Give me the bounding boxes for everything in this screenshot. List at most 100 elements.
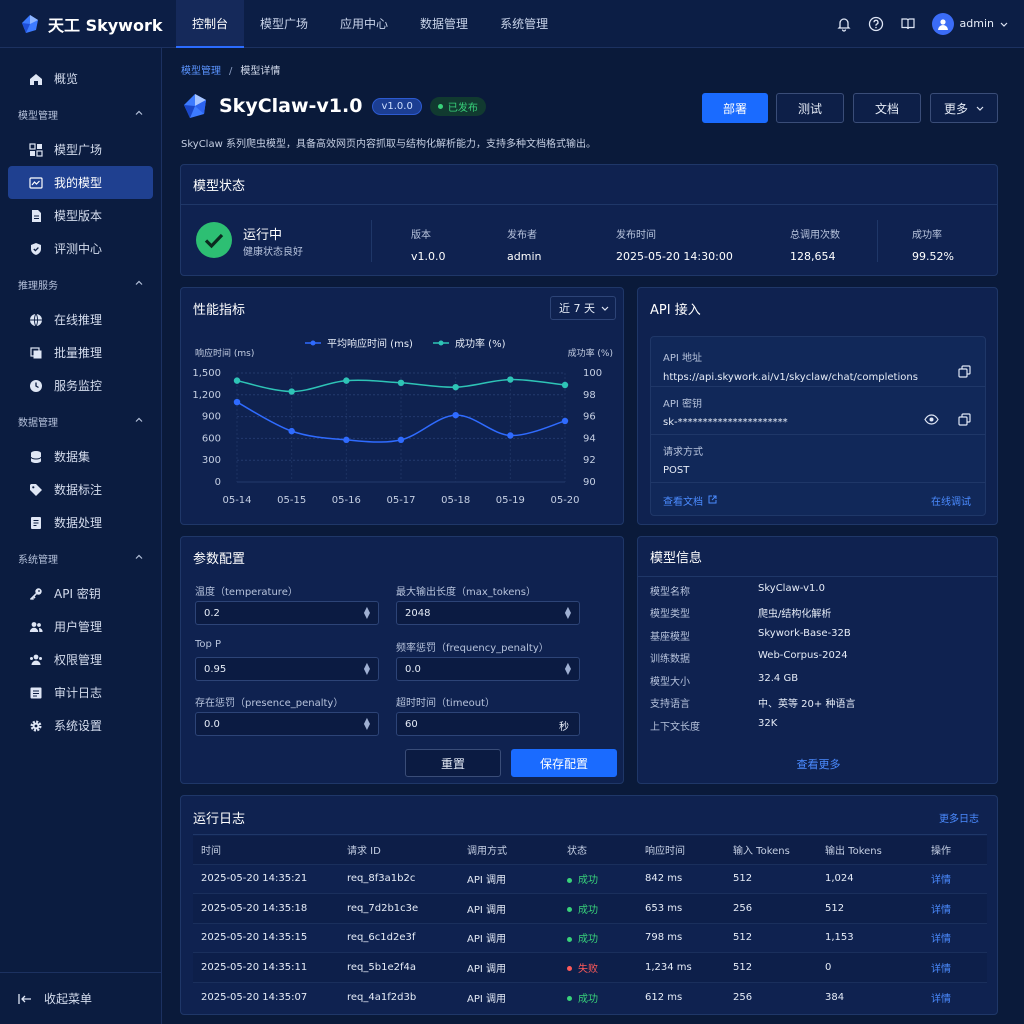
range-select[interactable]: 近 7 天 xyxy=(550,296,616,320)
log-method: API 调用 xyxy=(459,893,559,923)
sidebar-group-system-management[interactable]: 系统管理 xyxy=(0,539,161,577)
copy-icon[interactable] xyxy=(958,365,971,381)
sidebar-item-overview[interactable]: 概览 xyxy=(8,62,153,95)
col-response-time: 响应时间 xyxy=(645,846,685,858)
topnav-data-management[interactable]: 数据管理 xyxy=(404,0,484,48)
topnav-model-square[interactable]: 模型广场 xyxy=(244,0,324,48)
stepper-icon[interactable]: ▲ ▼ xyxy=(364,662,370,676)
log-status: 成功 xyxy=(559,863,637,894)
page-title: SkyClaw-v1.0 xyxy=(219,95,363,117)
docs-button[interactable]: 文档 xyxy=(853,93,921,123)
reset-button[interactable]: 重置 xyxy=(405,749,501,777)
sidebar-group-model-management[interactable]: 模型管理 xyxy=(0,95,161,133)
api-method-row: 请求方式 POST xyxy=(651,435,985,483)
main-content: 模型管理 / 模型详情 SkyClaw-v1.0 v1.0.0 已发布 SkyCla… xyxy=(162,48,1024,1024)
log-time: 2025-05-20 14:35:11 xyxy=(193,952,339,982)
sidebar-item-label: 审计日志 xyxy=(54,686,103,700)
breadcrumb-parent[interactable]: 模型管理 xyxy=(181,66,221,77)
eye-icon[interactable] xyxy=(924,414,939,428)
sidebar-item-online-inference[interactable]: 在线推理 xyxy=(8,303,153,336)
sidebar-item-label: 数据处理 xyxy=(54,516,103,530)
max-tokens-input[interactable]: 2048 ▲ ▼ xyxy=(396,601,580,625)
topnav-console[interactable]: 控制台 xyxy=(176,0,245,48)
log-response-time: 842 ms xyxy=(637,863,725,894)
logo[interactable]: 天工 Skywork xyxy=(0,12,176,36)
sidebar-item-settings[interactable]: 系统设置 xyxy=(8,709,153,742)
gear-icon xyxy=(28,719,44,733)
sidebar-item-label: 数据集 xyxy=(54,450,91,464)
sidebar-item-api-keys[interactable]: API 密钥 xyxy=(8,577,153,610)
save-config-button[interactable]: 保存配置 xyxy=(511,749,617,777)
topnav-app-center[interactable]: 应用中心 xyxy=(324,0,404,48)
view-docs-link[interactable]: 查看文档 xyxy=(663,493,717,508)
status-dot-icon xyxy=(567,996,572,1001)
api-key-label: API 密钥 xyxy=(663,399,702,410)
input-value: 0.0 xyxy=(204,718,220,730)
copy-icon[interactable] xyxy=(958,413,971,429)
sidebar-item-batch-inference[interactable]: 批量推理 xyxy=(8,336,153,369)
log-detail-link[interactable]: 详情 xyxy=(923,863,987,894)
breadcrumb-current: 模型详情 xyxy=(240,66,281,77)
stepper-icon[interactable]: ▲ ▼ xyxy=(565,662,571,676)
stat-success-rate: 成功率 99.52% xyxy=(912,226,954,263)
y-tick-label-left: 900 xyxy=(202,412,221,423)
sidebar-group-inference[interactable]: 推理服务 xyxy=(0,265,161,303)
presence-penalty-input[interactable]: 0.0 ▲ ▼ xyxy=(195,712,379,736)
log-detail-link[interactable]: 详情 xyxy=(923,981,987,1012)
data-point-response-time xyxy=(233,398,241,406)
y-tick-label-right: 100 xyxy=(583,368,602,379)
topnav-system-management[interactable]: 系统管理 xyxy=(484,0,564,48)
book-icon[interactable] xyxy=(900,16,916,32)
timeout-label: 超时时间（timeout） xyxy=(396,698,495,709)
user-icon xyxy=(937,18,948,30)
sidebar-item-users[interactable]: 用户管理 xyxy=(8,610,153,643)
log-detail-link[interactable]: 详情 xyxy=(923,893,987,923)
sidebar-item-model-square[interactable]: 模型广场 xyxy=(8,133,153,166)
info-row: 支持语言 中、英等 20+ 种语言 xyxy=(650,695,855,710)
frequency-penalty-input[interactable]: 0.0 ▲ ▼ xyxy=(396,657,580,681)
max-tokens-label: 最大输出长度（max_tokens） xyxy=(396,587,536,598)
sidebar-item-model-versions[interactable]: 模型版本 xyxy=(8,199,153,232)
sidebar-item-evaluation[interactable]: 评测中心 xyxy=(8,232,153,265)
user-menu[interactable]: admin xyxy=(931,12,1008,35)
stepper-icon[interactable]: ▲ ▼ xyxy=(364,606,370,620)
log-output-tokens: 0 xyxy=(817,952,923,982)
online-debug-link[interactable]: 在线调试 xyxy=(931,493,971,508)
stepper-icon[interactable]: ▲ ▼ xyxy=(364,717,370,731)
more-button[interactable]: 更多 xyxy=(930,93,998,123)
collapse-icon xyxy=(18,992,32,1006)
view-more-link[interactable]: 查看更多 xyxy=(638,756,999,772)
legend-marker xyxy=(310,340,316,346)
help-icon[interactable] xyxy=(868,16,884,32)
sidebar-item-label: 权限管理 xyxy=(54,653,103,667)
table-row: 2025-05-20 14:35:15 req_6c1d2e3f API 调用 成功 7… xyxy=(193,922,987,953)
sidebar-item-permissions[interactable]: 权限管理 xyxy=(8,643,153,676)
card-title: 模型状态 xyxy=(181,165,997,205)
sidebar-item-data-labeling[interactable]: 数据标注 xyxy=(8,473,153,506)
timeout-input[interactable]: 60 秒 xyxy=(396,712,580,736)
collapse-menu-button[interactable]: 收起菜单 xyxy=(0,972,162,1024)
sidebar-group-data-management[interactable]: 数据管理 xyxy=(0,402,161,440)
log-detail-link[interactable]: 详情 xyxy=(923,952,987,982)
info-row: 上下文长度 32K xyxy=(650,718,777,733)
sidebar-item-datasets[interactable]: 数据集 xyxy=(8,440,153,473)
timeout-unit: 秒 xyxy=(559,722,569,733)
input-value: 2048 xyxy=(405,607,431,619)
sidebar-item-service-monitor[interactable]: 服务监控 xyxy=(8,369,153,402)
sidebar-item-data-processing[interactable]: 数据处理 xyxy=(8,506,153,539)
status-health: 健康状态良好 xyxy=(243,247,303,258)
stat-label: 发布者 xyxy=(507,230,537,241)
deploy-button[interactable]: 部署 xyxy=(702,93,768,123)
top-p-input[interactable]: 0.95 ▲ ▼ xyxy=(195,657,379,681)
card-title: API 接入 xyxy=(650,302,701,318)
test-button[interactable]: 测试 xyxy=(776,93,844,123)
sidebar-item-my-models[interactable]: 我的模型 xyxy=(8,166,153,199)
temperature-input[interactable]: 0.2 ▲ ▼ xyxy=(195,601,379,625)
stepper-icon[interactable]: ▲ ▼ xyxy=(565,606,571,620)
info-value: SkyClaw-v1.0 xyxy=(758,583,825,594)
more-logs-link[interactable]: 更多日志 xyxy=(939,810,979,825)
sidebar-item-audit-log[interactable]: 审计日志 xyxy=(8,676,153,709)
log-detail-link[interactable]: 详情 xyxy=(923,922,987,953)
bell-icon[interactable] xyxy=(836,16,852,32)
info-row: 训练数据 Web-Corpus-2024 xyxy=(650,650,848,665)
